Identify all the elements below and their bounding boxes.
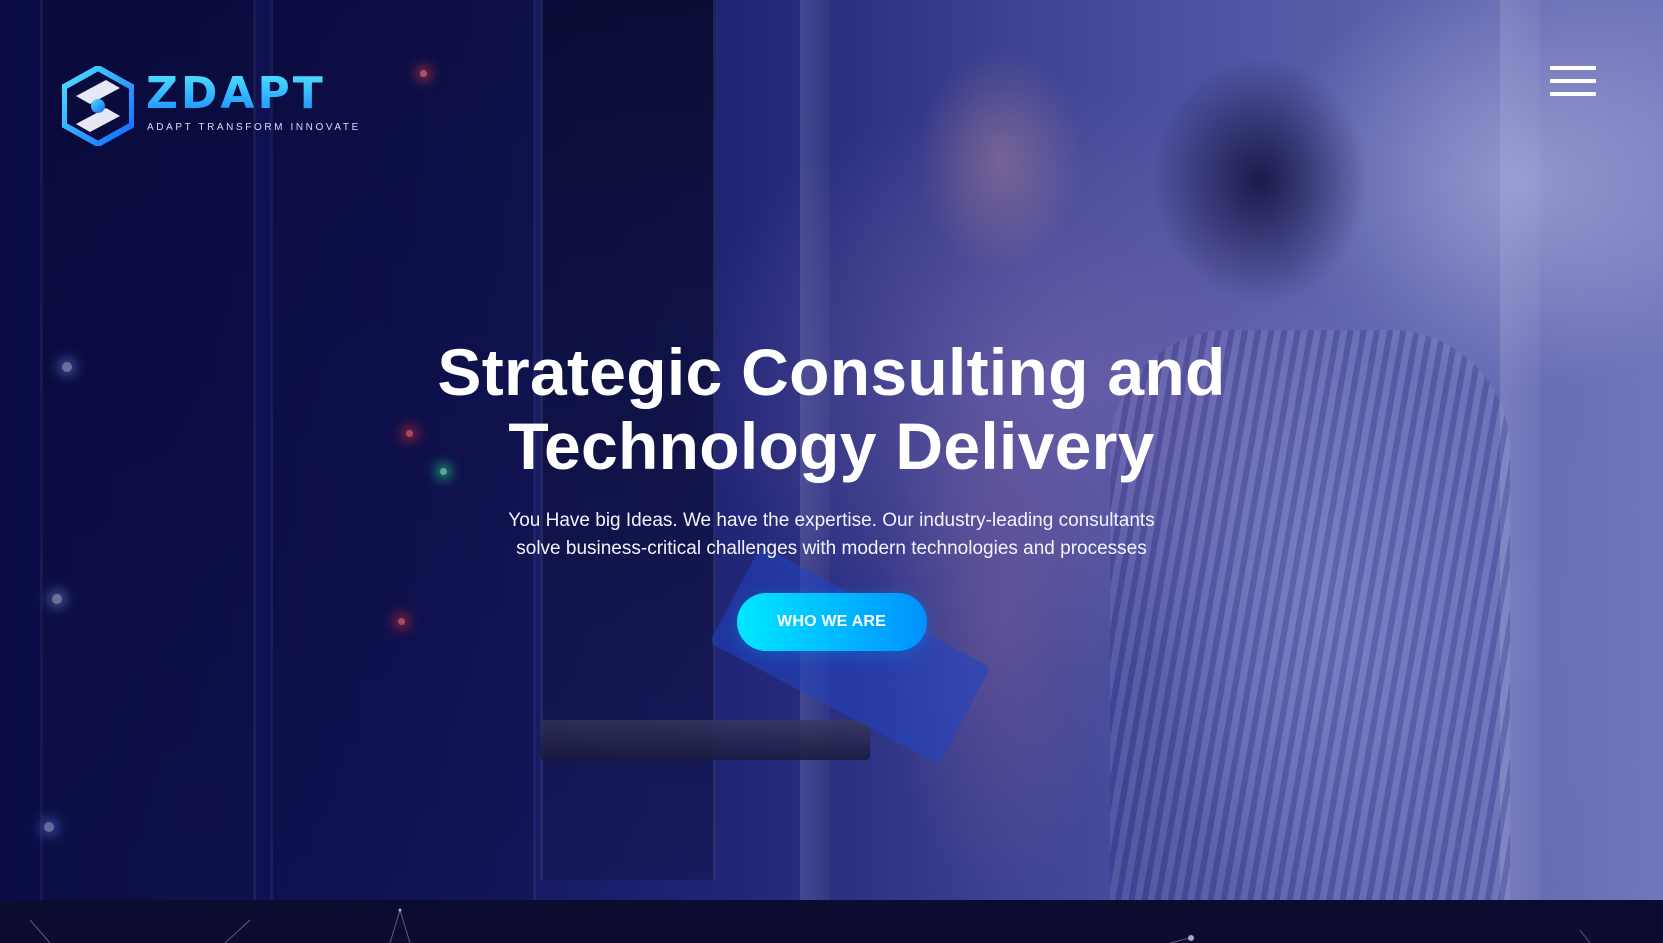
hero-title-line: Strategic Consulting and [437,335,1226,409]
hamburger-menu-icon [1550,92,1596,96]
hero-subtitle: You Have big Ideas. We have the expertis… [452,507,1212,563]
hero-title: Strategic Consulting and Technology Deli… [0,335,1663,483]
hero-title-line: Technology Delivery [508,409,1155,483]
hero-subtitle-line: You Have big Ideas. We have the expertis… [508,510,1155,531]
hero-section: ZDAPT ADAPT TRANSFORM INNOVATE Strategic… [0,0,1663,900]
hero-subtitle-line: solve business-critical challenges with … [516,538,1147,559]
hero-content: Strategic Consulting and Technology Deli… [0,335,1663,651]
next-section-band [0,900,1663,943]
hamburger-menu-icon [1550,79,1596,83]
site-logo[interactable]: ZDAPT ADAPT TRANSFORM INNOVATE [62,66,358,146]
logo-tagline: ADAPT TRANSFORM INNOVATE [147,122,361,133]
logo-hexagon-icon [62,66,134,146]
who-we-are-button[interactable]: WHO WE ARE [736,593,927,651]
network-lines-decoration [29,908,1591,943]
hamburger-menu-icon [1550,66,1596,70]
hamburger-menu-button[interactable] [1548,66,1598,98]
logo-wordmark: ZDAPT [146,68,326,119]
